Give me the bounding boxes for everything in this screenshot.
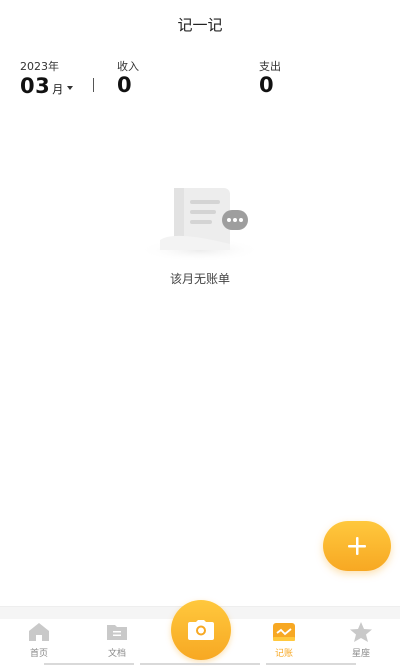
expense-value: 0 bbox=[259, 73, 274, 97]
tab-documents[interactable]: 文档 bbox=[87, 621, 147, 665]
add-button[interactable] bbox=[323, 521, 391, 571]
expense-label: 支出 bbox=[259, 60, 281, 73]
tab-label: 文档 bbox=[107, 649, 126, 659]
plus-icon bbox=[348, 537, 366, 555]
summary-bar: 2023年 03 月 收入 0 支出 0 bbox=[0, 56, 400, 106]
tab-label: 星座 bbox=[351, 649, 370, 659]
tab-label: 记账 bbox=[274, 649, 293, 659]
camera-icon bbox=[188, 620, 214, 640]
income-value: 0 bbox=[117, 73, 132, 97]
caret-down-icon bbox=[67, 86, 74, 90]
tab-ledger[interactable]: 记账 bbox=[254, 621, 314, 665]
camera-button[interactable] bbox=[171, 600, 231, 660]
ledger-icon bbox=[273, 623, 295, 641]
tab-home[interactable]: 首页 bbox=[9, 621, 69, 665]
month-value: 03 bbox=[20, 74, 51, 98]
empty-state: 该月无账单 bbox=[130, 180, 270, 290]
folder-icon bbox=[107, 625, 127, 640]
header: 记一记 bbox=[0, 0, 400, 48]
star-icon bbox=[350, 622, 372, 642]
month-unit: 月 bbox=[52, 83, 64, 96]
tab-label: 首页 bbox=[29, 649, 48, 659]
month-picker[interactable]: 03 月 bbox=[20, 74, 74, 102]
income-label: 收入 bbox=[117, 60, 139, 73]
page-title: 记一记 bbox=[177, 16, 223, 34]
empty-bill-icon bbox=[138, 188, 262, 260]
empty-message: 该月无账单 bbox=[169, 272, 230, 286]
divider bbox=[93, 78, 94, 92]
year-label: 2023年 bbox=[20, 60, 59, 73]
tab-horoscope[interactable]: 星座 bbox=[331, 621, 391, 665]
home-icon bbox=[29, 623, 49, 641]
